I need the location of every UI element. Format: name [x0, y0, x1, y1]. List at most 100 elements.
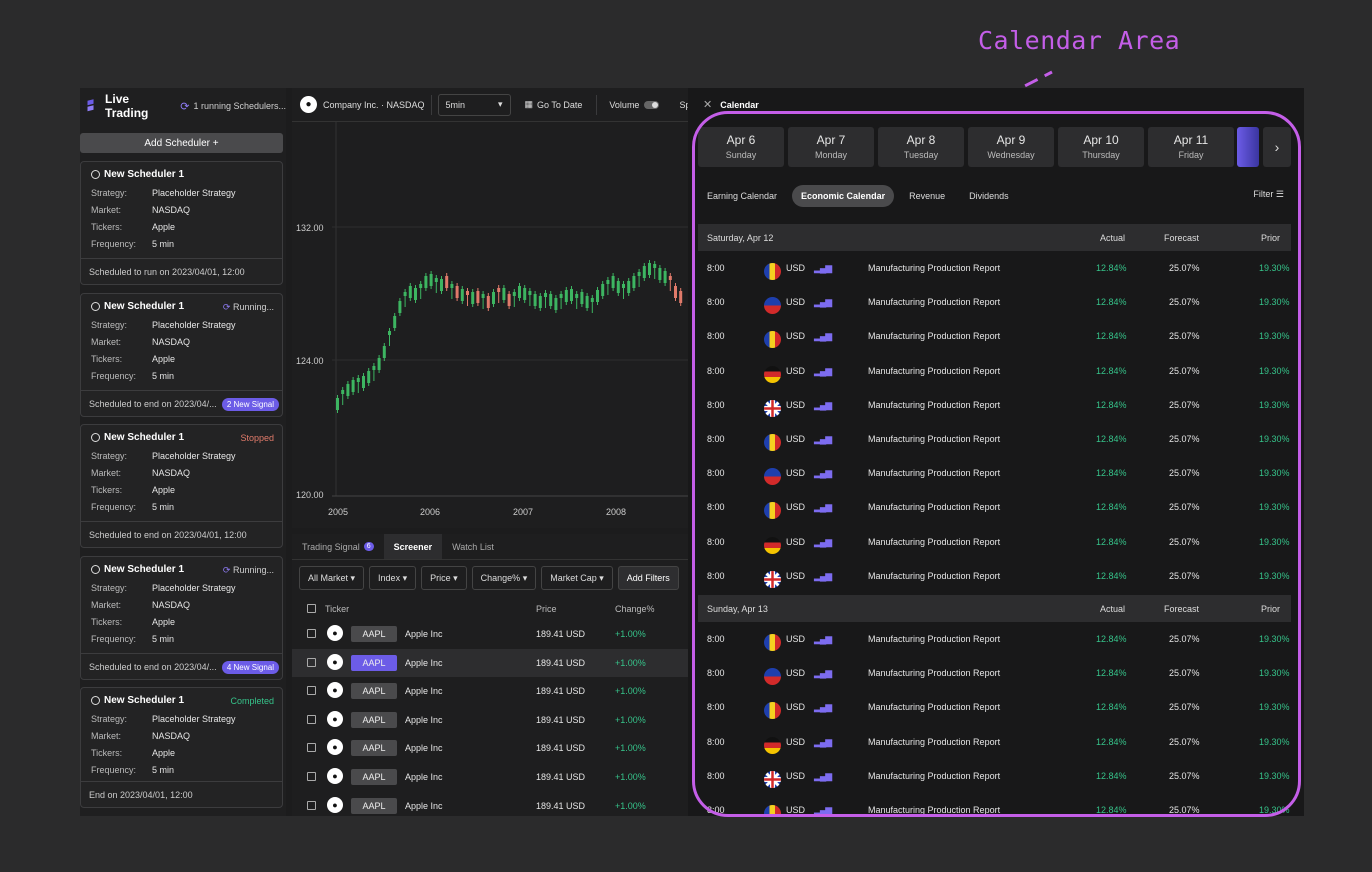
- ticker-chip[interactable]: AAPL: [351, 740, 397, 757]
- day-tab[interactable]: Apr 7 Monday: [788, 127, 874, 167]
- event-row[interactable]: 8:00 USD ▂▄▆ Manufacturing Production Repor…: [698, 759, 1291, 793]
- row-checkbox[interactable]: [307, 772, 316, 781]
- event-row[interactable]: 8:00 USD ▂▄▆ Manufacturing Production Repor…: [698, 656, 1291, 690]
- event-row[interactable]: 8:00 USD ▂▄▆ Manufacturing Production Repor…: [698, 422, 1291, 456]
- x-tick-label: 2007: [513, 507, 533, 517]
- event-row[interactable]: 8:00 USD ▂▄▆ Manufacturing Production Repor…: [698, 725, 1291, 759]
- status-text: Running...: [232, 302, 274, 312]
- ticker-chip[interactable]: AAPL: [351, 769, 397, 785]
- filter-index[interactable]: Index ▾: [369, 566, 417, 590]
- ticker-chip[interactable]: AAPL: [351, 797, 397, 814]
- tab-revenue[interactable]: Revenue: [900, 185, 954, 207]
- volume-label: Volume: [609, 99, 640, 110]
- currency: USD: [786, 468, 806, 479]
- event-row[interactable]: 8:00 USD ▂▄▆ Manufacturing Production Repor…: [698, 490, 1291, 524]
- apple-logo-icon: ●: [300, 96, 317, 113]
- add-filters-button[interactable]: Add Filters: [617, 566, 679, 590]
- price-value: 189.41 USD: [536, 714, 586, 725]
- table-row[interactable]: ● AAPL Apple Inc 189.41 USD +1.00%: [292, 677, 692, 705]
- row-checkbox[interactable]: [307, 657, 316, 667]
- field-tickers: Tickers: Apple: [91, 485, 175, 495]
- candle-body: [627, 281, 631, 293]
- row-checkbox[interactable]: [307, 686, 316, 696]
- tab-dividends[interactable]: Dividends: [960, 185, 1018, 207]
- row-checkbox[interactable]: [307, 629, 316, 638]
- status-text: Completed: [230, 696, 274, 706]
- scheduler-card[interactable]: New Scheduler 1 Completed Strategy: Placeho…: [80, 687, 283, 808]
- calendar-panel: ✕ Calendar Apr 6 Sunday Apr 7 Monday Apr 8 Tu…: [688, 88, 1304, 816]
- day-tab[interactable]: Apr 6 Sunday: [698, 127, 784, 167]
- event-row[interactable]: 8:00 USD ▂▄▆ Manufacturing Production Repor…: [698, 690, 1291, 724]
- candle-body: [575, 294, 579, 298]
- company-name: Apple Inc: [405, 686, 443, 697]
- add-scheduler-button[interactable]: Add Scheduler +: [80, 133, 283, 153]
- event-row[interactable]: 8:00 USD ▂▄▆ Manufacturing Production Repor…: [698, 285, 1291, 319]
- filter-change[interactable]: Change% ▾: [471, 566, 537, 590]
- symbol-label[interactable]: Company Inc. · NASDAQ: [323, 100, 425, 110]
- tab-trading-signal[interactable]: Trading Signal 6: [292, 534, 384, 559]
- event-row[interactable]: 8:00 USD ▂▄▆ Manufacturing Production Repor…: [698, 559, 1291, 593]
- scheduler-card[interactable]: New Scheduler 1 ⟳ Running... Strategy: Plac…: [80, 293, 283, 417]
- ticker-chip[interactable]: AAPL: [351, 626, 397, 642]
- event-row[interactable]: 8:00 USD ▂▄▆ Manufacturing Production Repor…: [698, 456, 1291, 490]
- select-all-checkbox[interactable]: [307, 604, 316, 613]
- day-tab[interactable]: Apr 10 Thursday: [1058, 127, 1144, 167]
- event-row[interactable]: 8:00 USD ▂▄▆ Manufacturing Production Repor…: [698, 354, 1291, 388]
- event-row[interactable]: 8:00 USD ▂▄▆ Manufacturing Production Repor…: [698, 793, 1291, 816]
- running-schedulers-link[interactable]: 1 running Schedulers...: [193, 101, 286, 111]
- event-row[interactable]: 8:00 USD ▂▄▆ Manufacturing Production Repor…: [698, 525, 1291, 559]
- new-signal-badge[interactable]: 4 New Signal: [221, 661, 279, 674]
- importance-bars-icon: ▂▄▆: [814, 702, 832, 713]
- field-tickers: Tickers: Apple: [91, 748, 175, 758]
- row-checkbox[interactable]: [307, 714, 316, 724]
- tab-earning-calendar[interactable]: Earning Calendar: [698, 185, 786, 207]
- chevron-right-icon[interactable]: ›: [1263, 127, 1291, 167]
- table-row[interactable]: ● AAPL Apple Inc 189.41 USD +1.00%: [292, 734, 692, 762]
- filter-all-market[interactable]: All Market ▾: [299, 566, 365, 590]
- filter-button[interactable]: Filter ☰: [1253, 189, 1284, 200]
- card-title: New Scheduler 1: [91, 301, 184, 312]
- filter-price[interactable]: Price ▾: [421, 566, 467, 590]
- apple-logo-icon: ●: [327, 796, 343, 813]
- scheduler-card[interactable]: New Scheduler 1 Stopped Strategy: Placehold…: [80, 424, 283, 548]
- actual-value: 12.84%: [1096, 770, 1127, 781]
- event-row[interactable]: 8:00 USD ▂▄▆ Manufacturing Production Repor…: [698, 622, 1291, 656]
- ticker-chip[interactable]: AAPL: [351, 683, 397, 700]
- table-row[interactable]: ● AAPL Apple Inc 189.41 USD +1.00%: [292, 763, 692, 791]
- row-checkbox[interactable]: [307, 800, 316, 810]
- event-time: 8:00: [707, 331, 725, 342]
- tab-watch-list[interactable]: Watch List: [442, 534, 504, 559]
- scheduler-card[interactable]: New Scheduler 1 ⟳ Running... Strategy: Plac…: [80, 556, 283, 680]
- tab-screener[interactable]: Screener: [383, 534, 443, 559]
- field-label: Tickers:: [91, 617, 123, 627]
- row-checkbox[interactable]: [307, 743, 316, 753]
- filter-market-cap[interactable]: Market Cap ▾: [541, 566, 613, 590]
- field-tickers: Tickers: Apple: [91, 617, 175, 627]
- table-row[interactable]: ● AAPL Apple Inc 189.41 USD +1.00%: [292, 706, 692, 734]
- forecast-value: 25.07%: [1169, 570, 1200, 581]
- table-row[interactable]: ● AAPL Apple Inc 189.41 USD +1.00%: [292, 792, 692, 816]
- close-icon[interactable]: ✕: [703, 98, 712, 111]
- timer-icon: [91, 565, 100, 574]
- col-ticker: Ticker: [325, 604, 350, 614]
- volume-toggle[interactable]: [644, 100, 660, 109]
- ticker-chip[interactable]: AAPL: [351, 654, 397, 671]
- tab-economic-calendar[interactable]: Economic Calendar: [792, 185, 895, 207]
- event-row[interactable]: 8:00 USD ▂▄▆ Manufacturing Production Repor…: [698, 251, 1291, 285]
- day-tab[interactable]: Apr 9 Wednesday: [968, 127, 1054, 167]
- scheduler-card[interactable]: New Scheduler 1 Strategy: Placeholder Stra…: [80, 161, 283, 285]
- apple-logo-icon: ●: [327, 710, 343, 727]
- day-tab[interactable]: Apr 11 Friday: [1148, 127, 1234, 167]
- table-row[interactable]: ● AAPL Apple Inc 189.41 USD +1.00%: [292, 648, 692, 677]
- go-to-date-button[interactable]: Go To Date: [537, 100, 582, 110]
- event-row[interactable]: 8:00 USD ▂▄▆ Manufacturing Production Repor…: [698, 319, 1291, 353]
- event-row[interactable]: 8:00 USD ▂▄▆ Manufacturing Production Repor…: [698, 388, 1291, 422]
- interval-select[interactable]: 5min ▾: [437, 93, 511, 116]
- table-row[interactable]: ● AAPL Apple Inc 189.41 USD +1.00%: [292, 620, 692, 648]
- ticker-chip[interactable]: AAPL: [351, 711, 397, 728]
- day-tab[interactable]: Apr 8 Tuesday: [878, 127, 964, 167]
- change-value: +1.00%: [615, 629, 646, 639]
- scheduler-sidebar: Live Trading ⟳ 1 running Schedulers... A…: [80, 88, 286, 816]
- new-signal-badge[interactable]: 2 New Signal: [221, 398, 279, 411]
- event-time: 8:00: [707, 668, 725, 679]
